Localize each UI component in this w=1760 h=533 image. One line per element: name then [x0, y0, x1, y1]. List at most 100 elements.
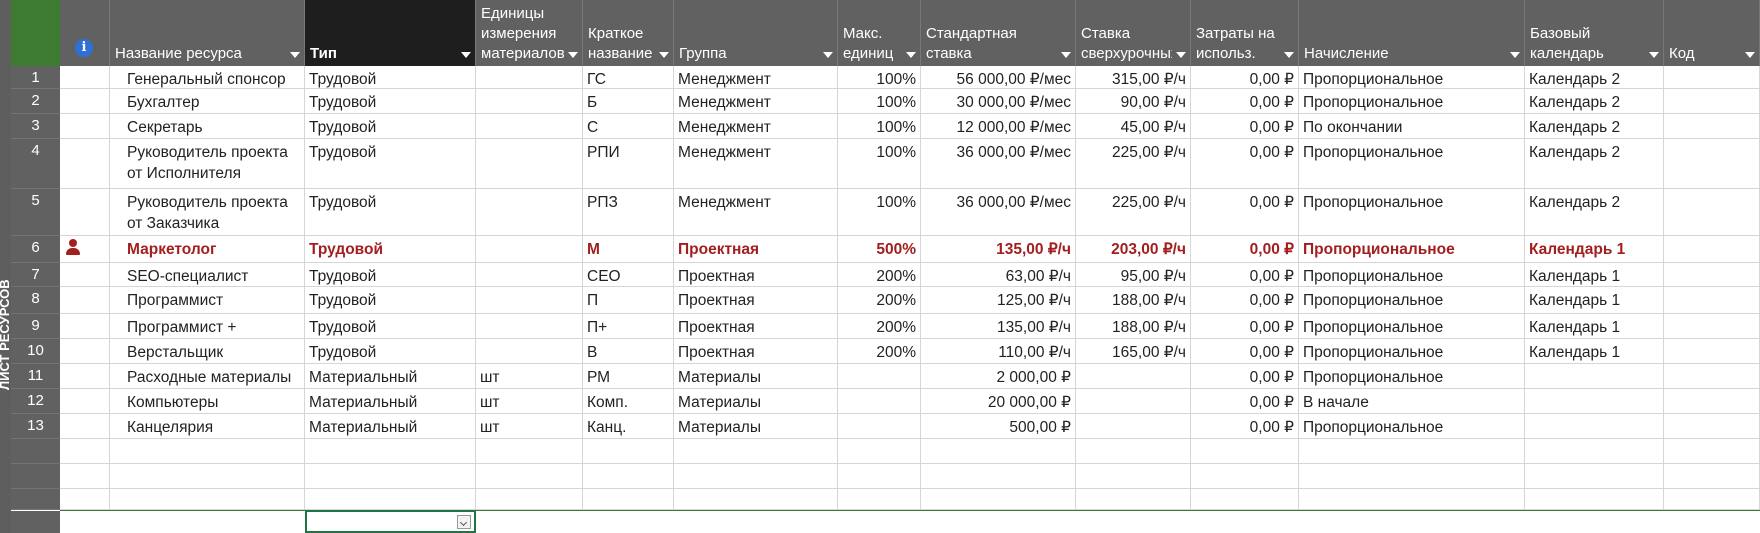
cell-empty[interactable]	[921, 464, 1076, 489]
cell-units[interactable]	[476, 189, 583, 236]
chevron-down-icon[interactable]	[568, 52, 578, 58]
cell-empty[interactable]	[674, 464, 838, 489]
cell-cal[interactable]: Календарь 2	[1525, 114, 1664, 139]
cell-empty[interactable]	[1299, 464, 1525, 489]
cell-ovt[interactable]: 188,00 ₽/ч	[1076, 287, 1191, 314]
cell-empty[interactable]	[1525, 464, 1664, 489]
cell-cal[interactable]	[1525, 414, 1664, 439]
cell-name[interactable]: Расходные материалы	[110, 364, 305, 389]
chevron-down-icon[interactable]	[1176, 52, 1186, 58]
chevron-down-icon[interactable]	[1284, 52, 1294, 58]
cell-accrue[interactable]: По окончании	[1299, 114, 1525, 139]
cell-name[interactable]: Руководитель проекта от Исполнителя	[110, 139, 305, 189]
cell-code[interactable]	[1664, 389, 1760, 414]
cell-code[interactable]	[1664, 114, 1760, 139]
cell-cost[interactable]: 0,00 ₽	[1191, 389, 1299, 414]
cell-group[interactable]: Менеджмент	[674, 114, 838, 139]
new-row-type-cell[interactable]	[305, 510, 476, 533]
column-header-ovt[interactable]: Ставка сверхурочных	[1076, 0, 1191, 66]
cell-ovt[interactable]: 95,00 ₽/ч	[1076, 263, 1191, 287]
cell-cost[interactable]: 0,00 ₽	[1191, 114, 1299, 139]
cell-accrue[interactable]: Пропорциональное	[1299, 189, 1525, 236]
row-number[interactable]: 10	[11, 339, 60, 364]
column-header-cal[interactable]: Базовый календарь	[1525, 0, 1664, 66]
cell-short[interactable]: П	[583, 287, 674, 314]
cell-units[interactable]	[476, 66, 583, 89]
cell-std[interactable]: 110,00 ₽/ч	[921, 339, 1076, 364]
cell-ovt[interactable]	[1076, 389, 1191, 414]
cell-type[interactable]: Трудовой	[305, 89, 476, 114]
cell-std[interactable]: 36 000,00 ₽/мес	[921, 139, 1076, 189]
cell-short[interactable]: Комп.	[583, 389, 674, 414]
cell-name[interactable]: Программист	[110, 287, 305, 314]
cell-max[interactable]: 200%	[838, 339, 921, 364]
cell-group[interactable]: Проектная	[674, 236, 838, 263]
cell-ovt[interactable]: 315,00 ₽/ч	[1076, 66, 1191, 89]
cell-empty[interactable]	[1076, 439, 1191, 464]
cell-accrue[interactable]: В начале	[1299, 389, 1525, 414]
cell-info[interactable]	[60, 114, 110, 139]
column-header-short[interactable]: Краткое название	[583, 0, 674, 66]
cell-empty[interactable]	[1191, 439, 1299, 464]
cell-name[interactable]: Маркетолог	[110, 236, 305, 263]
cell-name[interactable]: SEO-специалист	[110, 263, 305, 287]
cell-max[interactable]: 200%	[838, 287, 921, 314]
cell-info[interactable]	[60, 389, 110, 414]
row-number-empty[interactable]	[11, 464, 60, 489]
cell-units[interactable]	[476, 139, 583, 189]
row-number[interactable]: 4	[11, 139, 60, 189]
cell-empty[interactable]	[1299, 489, 1525, 510]
cell-max[interactable]	[838, 364, 921, 389]
cell-cal[interactable]	[1525, 364, 1664, 389]
cell-info[interactable]	[60, 189, 110, 236]
cell-ovt[interactable]: 188,00 ₽/ч	[1076, 314, 1191, 339]
cell-empty[interactable]	[1664, 464, 1760, 489]
cell-group[interactable]: Менеджмент	[674, 66, 838, 89]
cell-cal[interactable]: Календарь 1	[1525, 263, 1664, 287]
cell-std[interactable]: 20 000,00 ₽	[921, 389, 1076, 414]
cell-info[interactable]	[60, 339, 110, 364]
cell-ovt[interactable]: 90,00 ₽/ч	[1076, 89, 1191, 114]
cell-std[interactable]: 30 000,00 ₽/мес	[921, 89, 1076, 114]
cell-short[interactable]: РПЗ	[583, 189, 674, 236]
cell-accrue[interactable]: Пропорциональное	[1299, 89, 1525, 114]
cell-code[interactable]	[1664, 414, 1760, 439]
cell-empty[interactable]	[305, 464, 476, 489]
cell-ovt[interactable]	[1076, 414, 1191, 439]
cell-info[interactable]	[60, 89, 110, 114]
cell-type[interactable]: Трудовой	[305, 66, 476, 89]
cell-cost[interactable]: 0,00 ₽	[1191, 314, 1299, 339]
cell-empty[interactable]	[60, 489, 110, 510]
cell-code[interactable]	[1664, 339, 1760, 364]
cell-units[interactable]	[476, 339, 583, 364]
cell-type[interactable]: Материальный	[305, 364, 476, 389]
cell-empty[interactable]	[1191, 489, 1299, 510]
cell-cal[interactable]: Календарь 2	[1525, 89, 1664, 114]
cell-cal[interactable]	[1525, 389, 1664, 414]
cell-name[interactable]: Руководитель проекта от Заказчика	[110, 189, 305, 236]
cell-accrue[interactable]: Пропорциональное	[1299, 339, 1525, 364]
cell-ovt[interactable]: 165,00 ₽/ч	[1076, 339, 1191, 364]
chevron-down-icon[interactable]	[290, 52, 300, 58]
cell-max[interactable]	[838, 414, 921, 439]
chevron-down-icon[interactable]	[659, 52, 669, 58]
cell-units[interactable]: шт	[476, 414, 583, 439]
cell-cost[interactable]: 0,00 ₽	[1191, 287, 1299, 314]
cell-short[interactable]: Канц.	[583, 414, 674, 439]
cell-type[interactable]: Материальный	[305, 414, 476, 439]
cell-std[interactable]: 12 000,00 ₽/мес	[921, 114, 1076, 139]
cell-group[interactable]: Материалы	[674, 364, 838, 389]
cell-cal[interactable]: Календарь 2	[1525, 66, 1664, 89]
cell-cal[interactable]: Календарь 1	[1525, 339, 1664, 364]
cell-empty[interactable]	[583, 439, 674, 464]
cell-short[interactable]: РМ	[583, 364, 674, 389]
cell-code[interactable]	[1664, 263, 1760, 287]
cell-accrue[interactable]: Пропорциональное	[1299, 314, 1525, 339]
cell-short[interactable]: СЕО	[583, 263, 674, 287]
cell-empty[interactable]	[60, 464, 110, 489]
cell-cal[interactable]: Календарь 1	[1525, 236, 1664, 263]
cell-code[interactable]	[1664, 364, 1760, 389]
cell-empty[interactable]	[1076, 464, 1191, 489]
chevron-down-icon[interactable]	[1649, 52, 1659, 58]
cell-group[interactable]: Менеджмент	[674, 139, 838, 189]
